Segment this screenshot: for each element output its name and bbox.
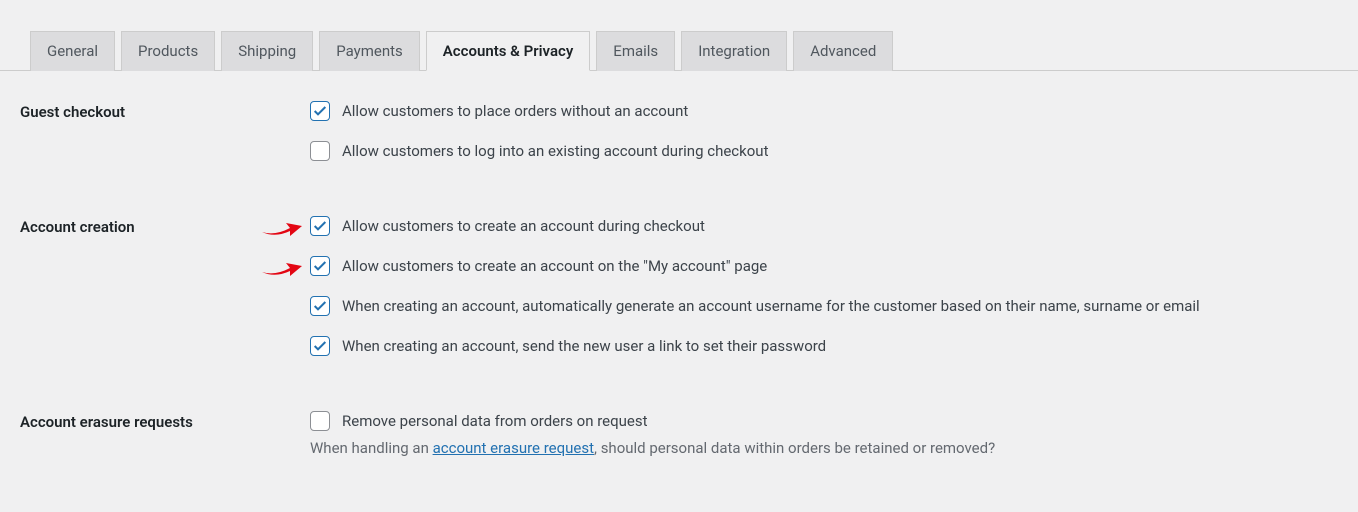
check-icon	[312, 338, 328, 354]
check-icon	[312, 103, 328, 119]
field-password-link: When creating an account, send the new u…	[310, 336, 1338, 356]
tab-general[interactable]: General	[30, 31, 115, 71]
help-text-before: When handling an	[310, 439, 433, 457]
checkbox-guest-login[interactable]	[310, 141, 330, 161]
label-password-link[interactable]: When creating an account, send the new u…	[342, 337, 826, 355]
label-guest-login[interactable]: Allow customers to log into an existing …	[342, 142, 768, 160]
label-guest-orders[interactable]: Allow customers to place orders without …	[342, 102, 688, 120]
tab-products[interactable]: Products	[121, 31, 215, 71]
label-create-checkout[interactable]: Allow customers to create an account dur…	[342, 217, 705, 235]
check-icon	[312, 298, 328, 314]
label-erasure-remove[interactable]: Remove personal data from orders on requ…	[342, 412, 648, 430]
tab-shipping[interactable]: Shipping	[221, 31, 313, 71]
checkbox-auto-username[interactable]	[310, 296, 330, 316]
field-create-myaccount: Allow customers to create an account on …	[310, 256, 1338, 276]
tab-emails[interactable]: Emails	[596, 31, 675, 71]
section-account-creation: Account creation Allow customers to crea…	[20, 216, 1338, 356]
link-erasure-request[interactable]: account erasure request	[433, 439, 594, 457]
field-erasure-remove: Remove personal data from orders on requ…	[310, 411, 1338, 431]
label-auto-username[interactable]: When creating an account, automatically …	[342, 297, 1200, 315]
section-account-erasure: Account erasure requests Remove personal…	[20, 411, 1338, 457]
section-fields: Remove personal data from orders on requ…	[310, 411, 1338, 457]
section-guest-checkout: Guest checkout Allow customers to place …	[20, 101, 1338, 161]
section-title-guest-checkout: Guest checkout	[20, 101, 310, 121]
tab-advanced[interactable]: Advanced	[793, 31, 893, 71]
field-guest-login: Allow customers to log into an existing …	[310, 141, 1338, 161]
checkbox-guest-orders[interactable]	[310, 101, 330, 121]
field-auto-username: When creating an account, automatically …	[310, 296, 1338, 316]
tab-accounts-privacy[interactable]: Accounts & Privacy	[426, 31, 591, 71]
settings-content: Guest checkout Allow customers to place …	[0, 71, 1358, 502]
checkbox-erasure-remove[interactable]	[310, 411, 330, 431]
section-fields: Allow customers to create an account dur…	[310, 216, 1338, 356]
field-create-checkout: Allow customers to create an account dur…	[310, 216, 1338, 236]
tab-integration[interactable]: Integration	[681, 31, 787, 71]
annotation-arrow-icon	[260, 254, 302, 278]
check-icon	[312, 258, 328, 274]
section-fields: Allow customers to place orders without …	[310, 101, 1338, 161]
checkbox-password-link[interactable]	[310, 336, 330, 356]
help-text-after: , should personal data within orders be …	[594, 439, 995, 457]
tab-payments[interactable]: Payments	[319, 31, 420, 71]
help-text-erasure: When handling an account erasure request…	[310, 439, 1338, 457]
check-icon	[312, 218, 328, 234]
field-guest-orders: Allow customers to place orders without …	[310, 101, 1338, 121]
section-title-account-erasure: Account erasure requests	[20, 411, 310, 431]
checkbox-create-checkout[interactable]	[310, 216, 330, 236]
label-create-myaccount[interactable]: Allow customers to create an account on …	[342, 257, 767, 275]
checkbox-create-myaccount[interactable]	[310, 256, 330, 276]
section-title-account-creation: Account creation	[20, 216, 310, 236]
settings-tabs: General Products Shipping Payments Accou…	[0, 0, 1358, 71]
